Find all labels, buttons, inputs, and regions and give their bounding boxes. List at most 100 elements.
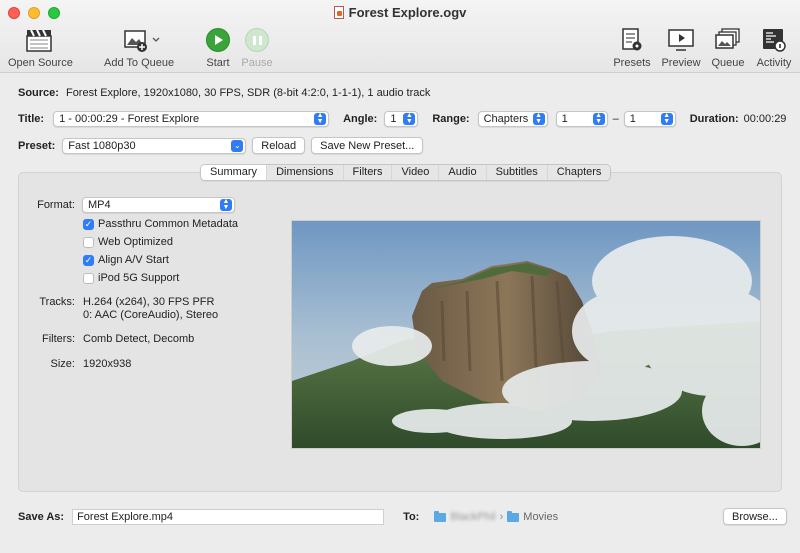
- angle-label: Angle:: [343, 113, 378, 125]
- source-value: Forest Explore, 1920x1080, 30 FPS, SDR (…: [65, 87, 431, 99]
- preset-label: Preset:: [18, 139, 56, 152]
- ipod-5g-support-checkbox[interactable]: iPod 5G Support: [83, 272, 179, 284]
- popup-arrows-icon: ▲ ▼: [592, 112, 605, 125]
- tracks-label: Tracks:: [39, 296, 75, 308]
- add-to-queue-label: Add To Queue: [104, 57, 175, 69]
- unchecked-box-icon: [83, 272, 94, 284]
- angle-select-value: 1: [390, 113, 397, 125]
- start-button[interactable]: Start: [203, 26, 233, 69]
- tab-subtitles[interactable]: Subtitles: [486, 165, 548, 180]
- title-label: Title:: [18, 113, 45, 125]
- destination-label: To:: [403, 511, 420, 523]
- queue-button[interactable]: Queue: [710, 26, 746, 69]
- settings-tabs: Summary Dimensions Filters Video Audio S…: [200, 164, 612, 181]
- web-optimized-checkbox[interactable]: Web Optimized: [83, 236, 173, 248]
- open-source-button[interactable]: Open Source: [8, 26, 73, 69]
- size-label: Size:: [50, 358, 75, 370]
- range-end-select[interactable]: 1 ▲ ▼: [623, 111, 676, 127]
- save-row: Save As: Forest Explore.mp4 To: BlackPhi…: [18, 509, 558, 525]
- path-separator-icon: ›: [499, 511, 504, 523]
- tab-summary[interactable]: Summary: [201, 165, 268, 180]
- document-icon: [333, 6, 344, 19]
- queue-icon: [710, 26, 746, 54]
- presets-label: Presets: [613, 57, 651, 69]
- preset-select[interactable]: Fast 1080p30 ⌄: [62, 137, 247, 154]
- tracks-video-value: H.264 (x264), 30 FPS PFR: [83, 296, 215, 308]
- destination-path[interactable]: BlackPhil › Movies: [434, 510, 559, 523]
- source-label: Source:: [18, 87, 59, 99]
- format-label: Format:: [37, 199, 75, 211]
- passthru-metadata-label: Passthru Common Metadata: [98, 218, 239, 230]
- clapperboard-icon: [8, 26, 70, 54]
- save-as-field[interactable]: Forest Explore.mp4: [72, 509, 385, 525]
- checkmark-icon: ✓: [83, 254, 94, 266]
- preview-button[interactable]: Preview: [660, 26, 702, 69]
- duration-value: 00:00:29: [743, 113, 787, 125]
- activity-icon: [754, 26, 794, 54]
- path-user-folder: BlackPhil: [450, 511, 496, 523]
- popup-arrows-icon: ▲ ▼: [314, 112, 327, 125]
- reload-button[interactable]: Reload: [252, 137, 306, 154]
- tab-chapters[interactable]: Chapters: [547, 165, 611, 180]
- range-start-select[interactable]: 1 ▲ ▼: [555, 111, 608, 127]
- pause-label: Pause: [241, 57, 273, 69]
- web-optimized-label: Web Optimized: [98, 236, 173, 248]
- popup-arrows-icon: ▲ ▼: [532, 112, 545, 125]
- save-new-preset-button[interactable]: Save New Preset...: [311, 137, 424, 154]
- folder-icon: [434, 510, 447, 522]
- presets-icon: [612, 26, 652, 54]
- popup-arrows-icon: ▲ ▼: [220, 198, 232, 211]
- title-select[interactable]: 1 - 00:00:29 - Forest Explore ▲ ▼: [53, 111, 330, 127]
- handbrake-window: Forest Explore.ogv Open Source Add To Qu…: [0, 0, 800, 553]
- preview-image: [291, 220, 761, 449]
- preset-select-value: Fast 1080p30: [68, 139, 136, 152]
- tab-filters[interactable]: Filters: [343, 165, 393, 180]
- browse-button[interactable]: Browse...: [723, 508, 787, 525]
- filters-value: Comb Detect, Decomb: [83, 333, 195, 345]
- tab-audio[interactable]: Audio: [439, 165, 487, 180]
- align-av-start-checkbox[interactable]: ✓ Align A/V Start: [83, 254, 169, 266]
- duration-label: Duration:: [689, 113, 739, 125]
- chevron-down-icon: ⌄: [231, 139, 244, 152]
- filters-label: Filters:: [42, 333, 75, 345]
- range-type-select[interactable]: Chapters ▲ ▼: [477, 111, 548, 127]
- range-type-value: Chapters: [483, 113, 529, 125]
- window-title-text: Forest Explore.ogv: [348, 5, 467, 20]
- range-end-value: 1: [629, 113, 636, 125]
- size-value: 1920x938: [83, 358, 132, 370]
- source-row: Source: Forest Explore, 1920x1080, 30 FP…: [18, 87, 430, 99]
- play-icon: [206, 28, 230, 52]
- activity-label: Activity: [756, 57, 792, 69]
- align-av-start-label: Align A/V Start: [98, 254, 169, 266]
- add-to-queue-icon: [104, 26, 172, 54]
- format-select-value: MP4: [88, 199, 111, 211]
- tab-dimensions[interactable]: Dimensions: [267, 165, 344, 180]
- range-separator: –: [612, 113, 619, 125]
- folder-icon: [507, 510, 520, 522]
- tab-video[interactable]: Video: [392, 165, 440, 180]
- ipod-5g-support-label: iPod 5G Support: [98, 272, 180, 284]
- checkmark-icon: ✓: [83, 218, 94, 230]
- start-label: Start: [206, 57, 230, 69]
- add-to-queue-button[interactable]: Add To Queue: [104, 26, 175, 69]
- save-as-label: Save As:: [18, 511, 65, 523]
- pause-button[interactable]: Pause: [241, 26, 273, 69]
- queue-label: Queue: [711, 57, 745, 69]
- unchecked-box-icon: [83, 236, 94, 248]
- preview-icon: [660, 26, 702, 54]
- passthru-metadata-checkbox[interactable]: ✓ Passthru Common Metadata: [83, 218, 238, 230]
- format-select[interactable]: MP4 ▲ ▼: [82, 197, 235, 213]
- pause-icon: [245, 28, 269, 52]
- angle-select[interactable]: 1 ▲ ▼: [384, 111, 419, 127]
- range-start-value: 1: [561, 113, 568, 125]
- popup-arrows-icon: ▲ ▼: [660, 112, 673, 125]
- preview-label: Preview: [661, 57, 701, 69]
- window-title: Forest Explore.ogv: [0, 5, 800, 20]
- title-select-value: 1 - 00:00:29 - Forest Explore: [59, 113, 200, 125]
- title-row: Title: 1 - 00:00:29 - Forest Explore ▲ ▼ …: [18, 111, 786, 127]
- presets-button[interactable]: Presets: [612, 26, 652, 69]
- toolbar: Forest Explore.ogv Open Source Add To Qu…: [0, 0, 800, 73]
- path-movies-folder: Movies: [523, 511, 559, 523]
- preset-row: Preset: Fast 1080p30 ⌄ Reload Save New P…: [18, 137, 424, 154]
- activity-button[interactable]: Activity: [754, 26, 794, 69]
